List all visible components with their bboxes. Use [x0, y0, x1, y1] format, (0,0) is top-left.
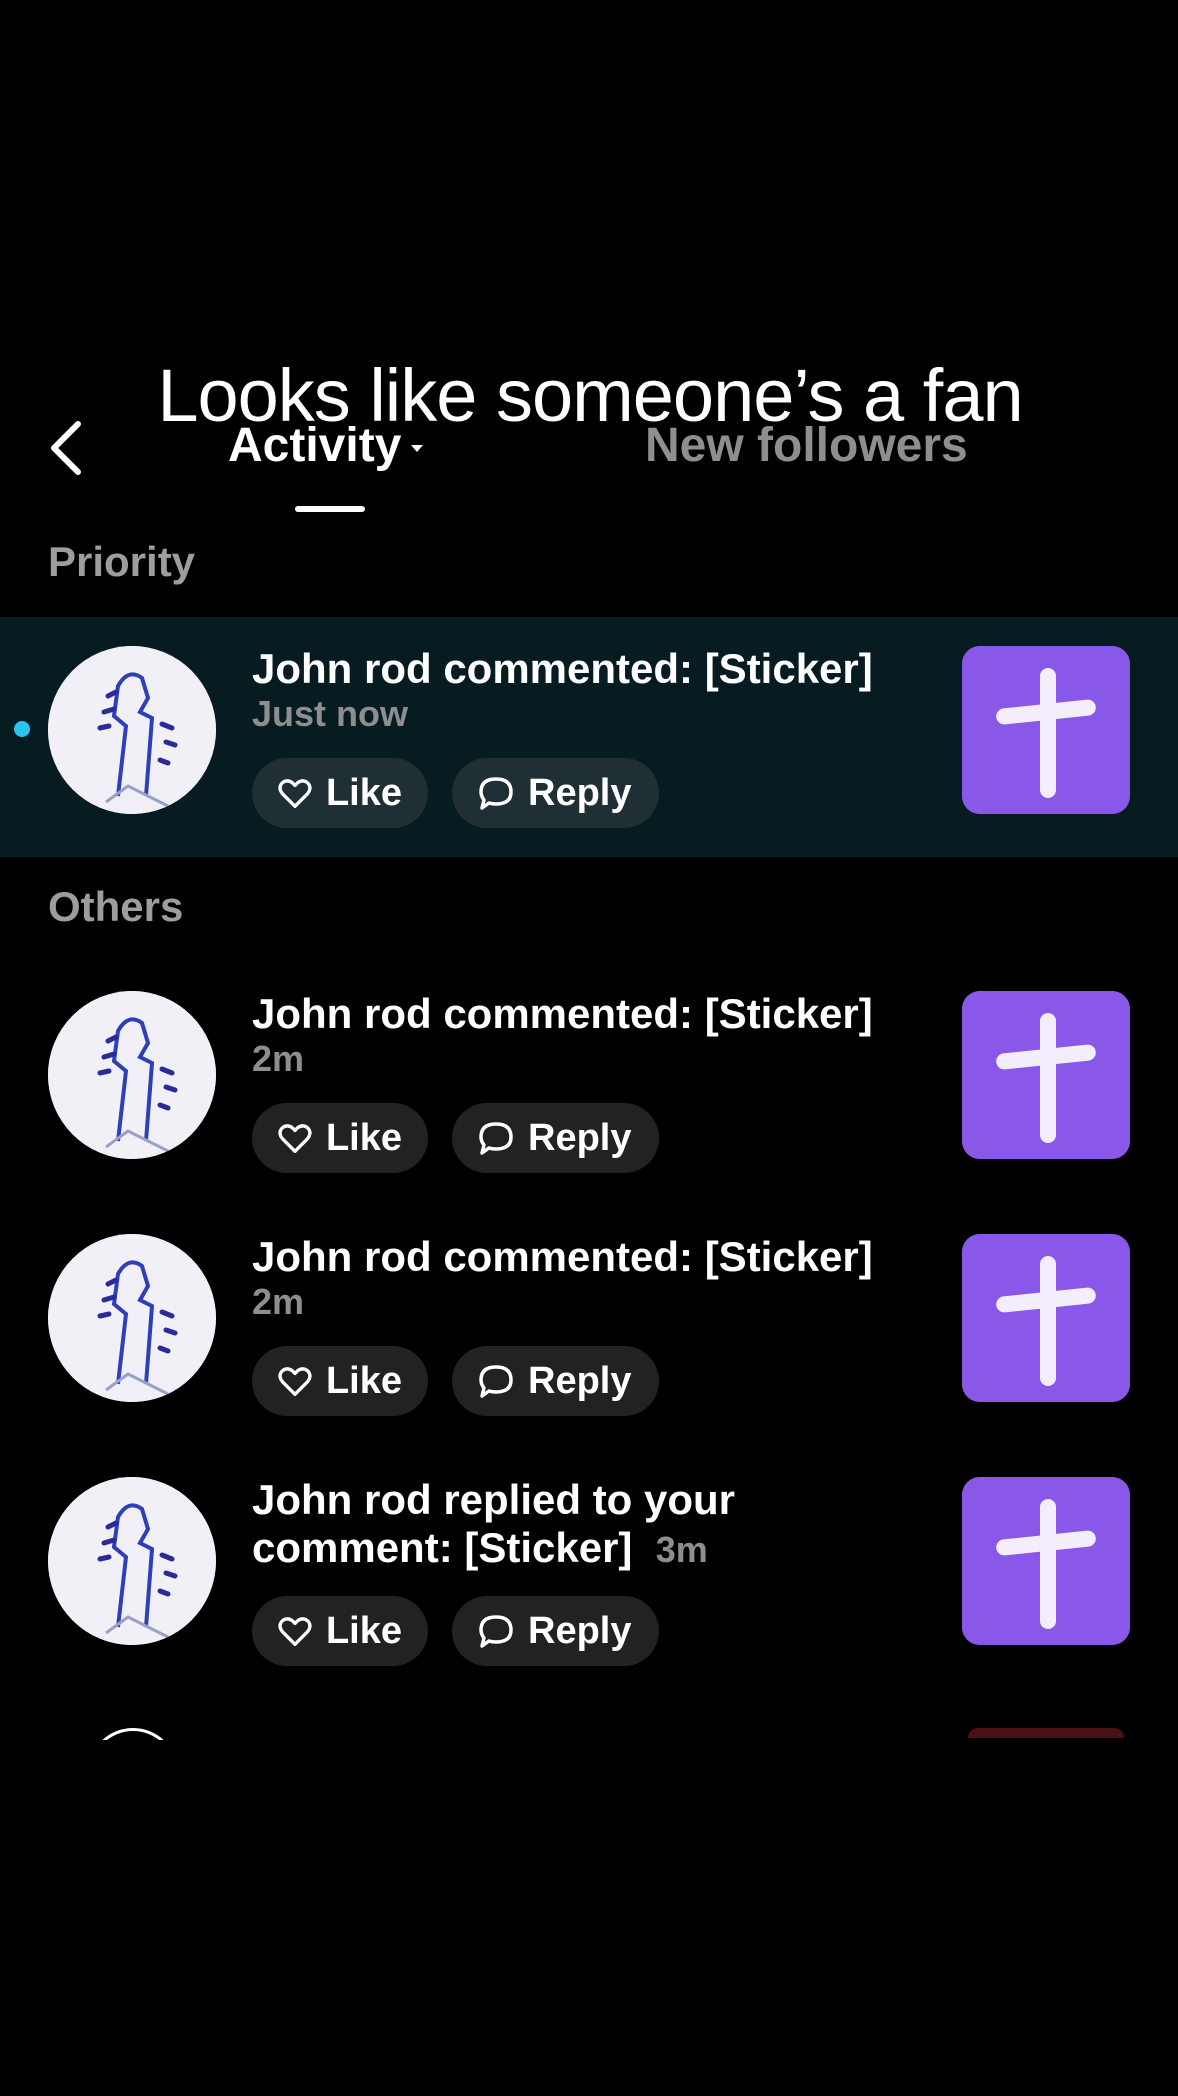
sticker-thumbnail[interactable]	[962, 1477, 1130, 1645]
notification-item[interactable]: John rod commented: [Sticker] 2m Like Re…	[0, 962, 1178, 1202]
unread-dot	[14, 721, 30, 737]
notification-item[interactable]: John rod replied to your comment: [Stick…	[0, 1448, 1178, 1698]
avatar[interactable]	[48, 1477, 216, 1645]
cross-icon	[962, 646, 1130, 814]
avatar[interactable]	[48, 991, 216, 1159]
notification-item[interactable]: John rod commented: [Sticker] 2m Like Re…	[0, 1205, 1178, 1445]
speech-bubble-icon	[479, 1365, 513, 1398]
cross-icon	[962, 991, 1130, 1159]
cross-icon	[962, 1234, 1130, 1402]
notification-time: 2m	[252, 1281, 305, 1322]
avatar-partial	[88, 1728, 178, 1740]
reply-button[interactable]: Reply	[452, 1103, 659, 1173]
avatar[interactable]	[48, 1234, 216, 1402]
like-label: Like	[325, 1359, 402, 1402]
chevron-left-icon	[51, 421, 81, 475]
caret-down-icon	[411, 445, 424, 452]
avatar[interactable]	[48, 646, 216, 814]
back-button[interactable]	[46, 418, 86, 478]
notification-text: John rod commented: [Sticker]	[252, 645, 873, 692]
notification-time: 3m	[655, 1529, 708, 1570]
sticker-thumbnail[interactable]	[962, 646, 1130, 814]
reply-label: Reply	[528, 1116, 632, 1159]
active-tab-indicator	[295, 506, 365, 512]
notification-text-block: John rod replied to your comment: [Stick…	[252, 1476, 812, 1574]
notification-time: 2m	[252, 1038, 305, 1079]
reply-label: Reply	[528, 771, 632, 814]
reply-label: Reply	[528, 1609, 632, 1652]
like-button[interactable]: Like	[252, 1103, 428, 1173]
overlay-caption: Looks like someone’s a fan	[157, 354, 1023, 437]
like-label: Like	[325, 1609, 402, 1652]
heart-icon	[278, 1617, 312, 1646]
sticker-thumbnail[interactable]	[962, 991, 1130, 1159]
like-button[interactable]: Like	[252, 758, 428, 828]
thumbnail-partial	[968, 1728, 1124, 1738]
reply-label: Reply	[528, 1359, 632, 1402]
heart-icon	[278, 1367, 312, 1396]
like-label: Like	[325, 1116, 402, 1159]
sticker-thumbnail[interactable]	[962, 1234, 1130, 1402]
cross-icon	[962, 1477, 1130, 1645]
speech-bubble-icon	[479, 1122, 513, 1155]
like-button[interactable]: Like	[252, 1596, 428, 1666]
reply-button[interactable]: Reply	[452, 758, 659, 828]
section-priority-label: Priority	[48, 538, 196, 585]
speech-bubble-icon	[479, 1615, 513, 1648]
notification-text: John rod commented: [Sticker]	[252, 990, 873, 1037]
like-button[interactable]: Like	[252, 1346, 428, 1416]
notification-time: Just now	[252, 693, 409, 734]
speech-bubble-icon	[479, 777, 513, 810]
heart-icon	[278, 1124, 312, 1153]
notification-item[interactable]: John rod commented: [Sticker] Just now L…	[0, 617, 1178, 857]
reply-button[interactable]: Reply	[452, 1346, 659, 1416]
section-others-label: Others	[48, 883, 184, 930]
like-label: Like	[325, 771, 402, 814]
reply-button[interactable]: Reply	[452, 1596, 659, 1666]
notification-text: John rod commented: [Sticker]	[252, 1233, 873, 1280]
heart-icon	[278, 779, 312, 808]
